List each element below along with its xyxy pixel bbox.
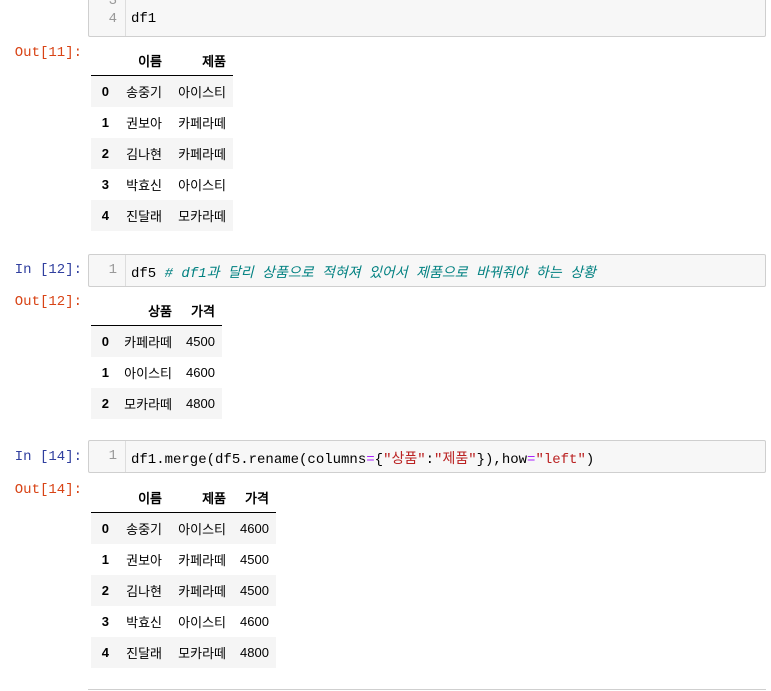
table-row: 4 진달래 모카라떼 (91, 200, 233, 231)
table-cell: 진달래 (126, 209, 162, 224)
table-cell: 모카라떼 (178, 646, 226, 661)
table-cell: 김나현 (126, 147, 162, 162)
code-cell-14[interactable]: 1 df1.merge(df5.rename(columns={"상품":"제품… (88, 440, 766, 473)
in-prompt: In [12]: (14, 262, 82, 278)
row-index: 2 (101, 146, 109, 161)
code-comment: # df1과 달리 상품으로 적혀져 있어서 제품으로 바꿔줘야 하는 상황 (164, 266, 596, 282)
table-cell: 모카라떼 (124, 397, 172, 412)
line-gutter: 1 (89, 441, 126, 472)
code-cell-11[interactable]: 3 4 df1 (88, 0, 766, 37)
dataframe-output: 상품 가격 0 카페라떼 4500 1 아이스티 4600 2 모카라떼 4800 (91, 295, 222, 419)
table-cell: 송중기 (126, 85, 162, 100)
table-cell: 진달래 (126, 646, 162, 661)
in-prompt: In [14]: (14, 449, 82, 465)
table-cell: 카페라떼 (124, 335, 172, 350)
line-gutter: 3 4 (89, 0, 126, 36)
row-index: 2 (101, 396, 109, 411)
table-row: 3 박효신 아이스티 (91, 169, 233, 200)
table-cell: 4800 (240, 645, 269, 660)
row-index: 3 (101, 614, 109, 629)
table-row: 0 송중기 아이스티 4600 (91, 512, 276, 544)
table-cell: 김나현 (126, 584, 162, 599)
next-cell-border (88, 689, 766, 690)
row-index: 0 (101, 334, 109, 349)
table-row: 2 김나현 카페라떼 4500 (91, 575, 276, 606)
row-index: 3 (101, 177, 109, 192)
table-row: 2 김나현 카페라떼 (91, 138, 233, 169)
row-index: 2 (101, 583, 109, 598)
table-cell: 4500 (240, 552, 269, 567)
row-index: 1 (101, 365, 109, 380)
code-line[interactable]: df5 # df1과 달리 상품으로 적혀져 있어서 제품으로 바꿔줘야 하는 … (131, 262, 596, 282)
table-cell: 아이스티 (124, 366, 172, 381)
table-row: 3 박효신 아이스티 4600 (91, 606, 276, 637)
table-cell: 4800 (186, 396, 215, 411)
table-cell: 박효신 (126, 615, 162, 630)
out-prompt: Out[11]: (14, 45, 82, 61)
out-prompt: Out[12]: (14, 294, 82, 310)
code-line[interactable]: df1.merge(df5.rename(columns={"상품":"제품"}… (131, 448, 594, 468)
dataframe-output: 이름 제품 가격 0 송중기 아이스티 4600 1 권보아 카페라떼 4500 2 김나현 카페라… (91, 482, 276, 668)
code-cell-12[interactable]: 1 df5 # df1과 달리 상품으로 적혀져 있어서 제품으로 바꿔줘야 하… (88, 254, 766, 287)
table-cell: 권보아 (126, 116, 162, 131)
table-row: 1 권보아 카페라떼 4500 (91, 544, 276, 575)
table-cell: 권보아 (126, 553, 162, 568)
table-cell: 카페라떼 (178, 116, 226, 131)
out-prompt: Out[14]: (14, 482, 82, 498)
row-index: 4 (101, 208, 109, 223)
table-cell: 아이스티 (178, 522, 226, 537)
table-cell: 4600 (186, 365, 215, 380)
table-cell: 모카라떼 (178, 209, 226, 224)
table-row: 2 모카라떼 4800 (91, 388, 222, 419)
table-row: 1 아이스티 4600 (91, 357, 222, 388)
table-row: 1 권보아 카페라떼 (91, 107, 233, 138)
table-cell: 카페라떼 (178, 553, 226, 568)
table-cell: 4600 (240, 614, 269, 629)
table-cell: 4500 (186, 334, 215, 349)
table-row: 0 카페라떼 4500 (91, 325, 222, 357)
row-index: 4 (101, 645, 109, 660)
table-cell: 4500 (240, 583, 269, 598)
table-cell: 아이스티 (178, 85, 226, 100)
row-index: 0 (101, 84, 109, 99)
dataframe-output: 이름 제품 0 송중기 아이스티 1 권보아 카페라떼 2 김나현 카페라떼 3 박효신 아이스티 4 진… (91, 45, 233, 231)
table-cell: 박효신 (126, 178, 162, 193)
table-row: 4 진달래 모카라떼 4800 (91, 637, 276, 668)
table-cell: 4600 (240, 521, 269, 536)
code-line[interactable]: df1 (131, 11, 156, 27)
row-index: 0 (101, 521, 109, 536)
line-gutter: 1 (89, 255, 126, 286)
table-cell: 카페라떼 (178, 584, 226, 599)
table-cell: 카페라떼 (178, 147, 226, 162)
table-cell: 아이스티 (178, 615, 226, 630)
row-index: 1 (101, 115, 109, 130)
table-row: 0 송중기 아이스티 (91, 75, 233, 107)
table-cell: 아이스티 (178, 178, 226, 193)
table-cell: 송중기 (126, 522, 162, 537)
row-index: 1 (101, 552, 109, 567)
